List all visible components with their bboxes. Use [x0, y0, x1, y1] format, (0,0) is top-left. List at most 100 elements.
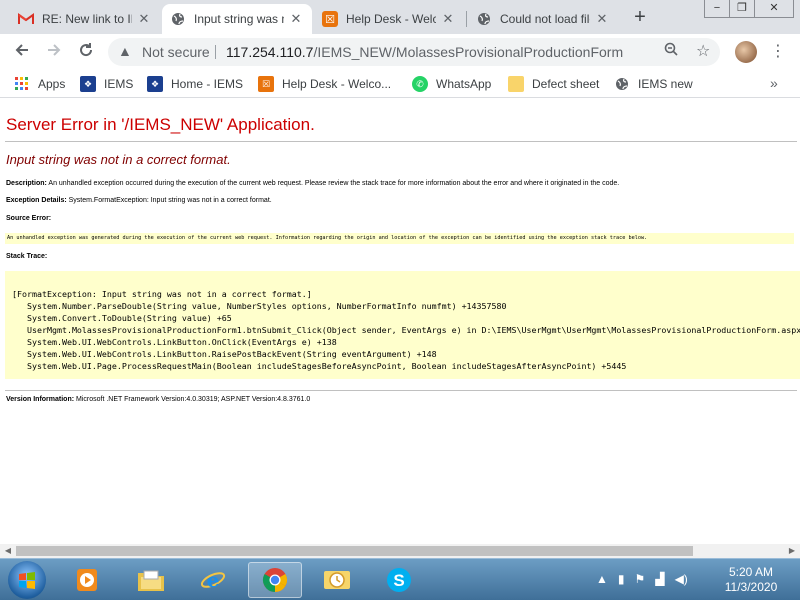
globe-icon	[614, 76, 630, 92]
bookmark-defect-sheet[interactable]: Defect sheet	[508, 75, 599, 93]
bookmark-iems-new[interactable]: IEMS new	[614, 75, 693, 93]
footer-divider	[5, 390, 797, 391]
battery-icon[interactable]: ▮	[618, 572, 625, 586]
address-bar[interactable]: ▲ Not secure 117.254.110.7/IEMS_NEW/Mola…	[108, 38, 720, 66]
security-label[interactable]: Not secure	[142, 44, 210, 60]
horizontal-scrollbar[interactable]: ◀ ▶	[0, 544, 800, 558]
stack-line: System.Web.UI.WebControls.LinkButton.Rai…	[12, 349, 437, 359]
network-icon[interactable]: ⚑	[635, 572, 646, 586]
bookmark-label: IEMS	[104, 77, 134, 91]
new-tab-button[interactable]: +	[628, 6, 652, 30]
restore-button[interactable]: ❐	[729, 0, 755, 18]
back-arrow-icon	[15, 44, 28, 56]
description-label: Description:	[6, 180, 47, 187]
signal-icon[interactable]: ▟	[655, 572, 664, 586]
address-separator	[215, 45, 216, 59]
svg-text:e: e	[207, 568, 220, 592]
gmail-icon	[18, 11, 34, 27]
iems-icon: ❖	[80, 76, 96, 92]
bookmarks-bar: Apps ❖ IEMS ❖ Home - IEMS ☒ Help Desk - …	[0, 70, 800, 98]
description-text: An unhandled exception occurred during t…	[48, 180, 620, 187]
bookmark-whatsapp[interactable]: ✆ WhatsApp	[412, 75, 491, 93]
stack-line: UserMgmt.MolassesProvisionalProductionFo…	[12, 325, 800, 335]
helpdesk-icon: ☒	[258, 76, 274, 92]
stack-trace-line: Stack Trace:	[6, 253, 47, 260]
tab-gmail[interactable]: RE: New link to IEMS ✕	[10, 4, 160, 34]
close-tab-icon[interactable]: ✕	[594, 11, 610, 27]
source-error-line: Source Error:	[6, 215, 51, 222]
apps-grid-icon	[14, 76, 30, 92]
windows-logo-icon	[19, 572, 35, 589]
screen: RE: New link to IEMS ✕ Input string was …	[0, 0, 800, 600]
chrome-icon[interactable]	[248, 562, 302, 598]
bookmark-label: WhatsApp	[436, 77, 492, 91]
bookmark-label: Help Desk - Welco...	[282, 77, 392, 91]
file-explorer-icon[interactable]	[124, 562, 178, 598]
tab-label: Could not load file	[500, 12, 590, 26]
bookmark-iems[interactable]: ❖ IEMS	[80, 75, 133, 93]
description-line: Description: An unhandled exception occu…	[6, 180, 619, 187]
exception-label: Exception Details:	[6, 197, 67, 204]
internet-explorer-icon[interactable]: e	[186, 562, 240, 598]
close-tab-icon[interactable]: ✕	[136, 11, 152, 27]
bookmark-home-iems[interactable]: ❖ Home - IEMS	[147, 75, 243, 93]
version-line: Version Information: Microsoft .NET Fram…	[6, 396, 310, 403]
show-hidden-icon[interactable]: ▲	[596, 572, 608, 586]
bookmark-label: IEMS new	[638, 77, 693, 91]
url-path: /IEMS_NEW/MolassesProvisionalProductionF…	[313, 44, 624, 60]
globe-icon	[170, 11, 186, 27]
bookmark-apps[interactable]: Apps	[14, 75, 65, 93]
zoom-icon[interactable]	[664, 42, 678, 60]
skype-icon[interactable]: S	[372, 562, 426, 598]
reload-icon	[80, 43, 93, 57]
exception-text: System.FormatException: Input string was…	[68, 197, 272, 204]
url-host: 117.254.110.7	[226, 44, 314, 60]
svg-text:S: S	[393, 571, 404, 590]
warning-icon[interactable]: ▲	[118, 43, 132, 59]
stack-line: System.Number.ParseDouble(String value, …	[12, 301, 507, 311]
globe-icon	[476, 11, 492, 27]
close-window-button[interactable]: ✕	[754, 0, 794, 18]
profile-avatar[interactable]	[735, 41, 757, 63]
bookmark-star-icon[interactable]: ☆	[696, 41, 710, 61]
source-error-text: An unhandled exception was generated dur…	[7, 235, 648, 241]
clock[interactable]: 5:20 AM 11/3/2020	[716, 565, 786, 595]
volume-icon[interactable]: ◀)	[675, 572, 688, 586]
tab-label: RE: New link to IEMS	[42, 12, 132, 26]
stack-line: System.Web.UI.WebControls.LinkButton.OnC…	[12, 337, 337, 347]
tab-could-not-load[interactable]: Could not load file ✕	[468, 4, 618, 34]
tab-strip: RE: New link to IEMS ✕ Input string was …	[0, 0, 800, 34]
menu-kebab-icon[interactable]: ⋮	[770, 41, 786, 61]
stack-trace-label: Stack Trace:	[6, 253, 48, 260]
taskbar: e S ▲ ▮ ⚑ ▟ ◀) 5:20 AM 11/3/2020	[0, 558, 800, 600]
tab-help-desk[interactable]: ☒ Help Desk - Welcome ✕	[314, 4, 464, 34]
url-text[interactable]: 117.254.110.7/IEMS_NEW/MolassesProvision…	[226, 44, 623, 60]
close-tab-icon[interactable]: ✕	[440, 11, 456, 27]
forward-button[interactable]	[42, 40, 66, 64]
scroll-right-arrow-icon[interactable]: ▶	[785, 545, 799, 557]
exception-line: Exception Details: System.FormatExceptio…	[6, 197, 272, 204]
bookmarks-overflow-button[interactable]: »	[770, 75, 778, 91]
source-error-label: Source Error:	[6, 215, 52, 222]
stack-line: System.Web.UI.Page.ProcessRequestMain(Bo…	[12, 361, 627, 371]
bookmark-help-desk[interactable]: ☒ Help Desk - Welco...	[258, 75, 391, 93]
system-tray: ▲ ▮ ⚑ ▟ ◀)	[596, 572, 688, 586]
minimize-button[interactable]: −	[704, 0, 730, 18]
stack-trace-box: [FormatException: Input string was not i…	[5, 271, 800, 379]
media-player-icon[interactable]	[60, 562, 114, 598]
start-button[interactable]	[8, 561, 46, 599]
reload-button[interactable]	[74, 40, 98, 64]
scroll-left-arrow-icon[interactable]: ◀	[1, 545, 15, 557]
helpdesk-icon: ☒	[322, 11, 338, 27]
tab-label: Input string was not in a correct format…	[194, 12, 284, 26]
bookmark-label: Apps	[38, 77, 66, 91]
back-button[interactable]	[10, 40, 34, 64]
page-content: Server Error in '/IEMS_NEW' Application.…	[0, 99, 800, 544]
stack-line: [FormatException: Input string was not i…	[12, 289, 312, 299]
source-error-box: An unhandled exception was generated dur…	[5, 233, 794, 244]
tab-input-string-error[interactable]: Input string was not in a correct format…	[162, 4, 312, 34]
version-label: Version Information:	[6, 396, 75, 403]
scrollbar-thumb[interactable]	[16, 546, 693, 556]
close-tab-icon[interactable]: ✕	[288, 11, 304, 27]
outlook-icon[interactable]	[310, 562, 364, 598]
